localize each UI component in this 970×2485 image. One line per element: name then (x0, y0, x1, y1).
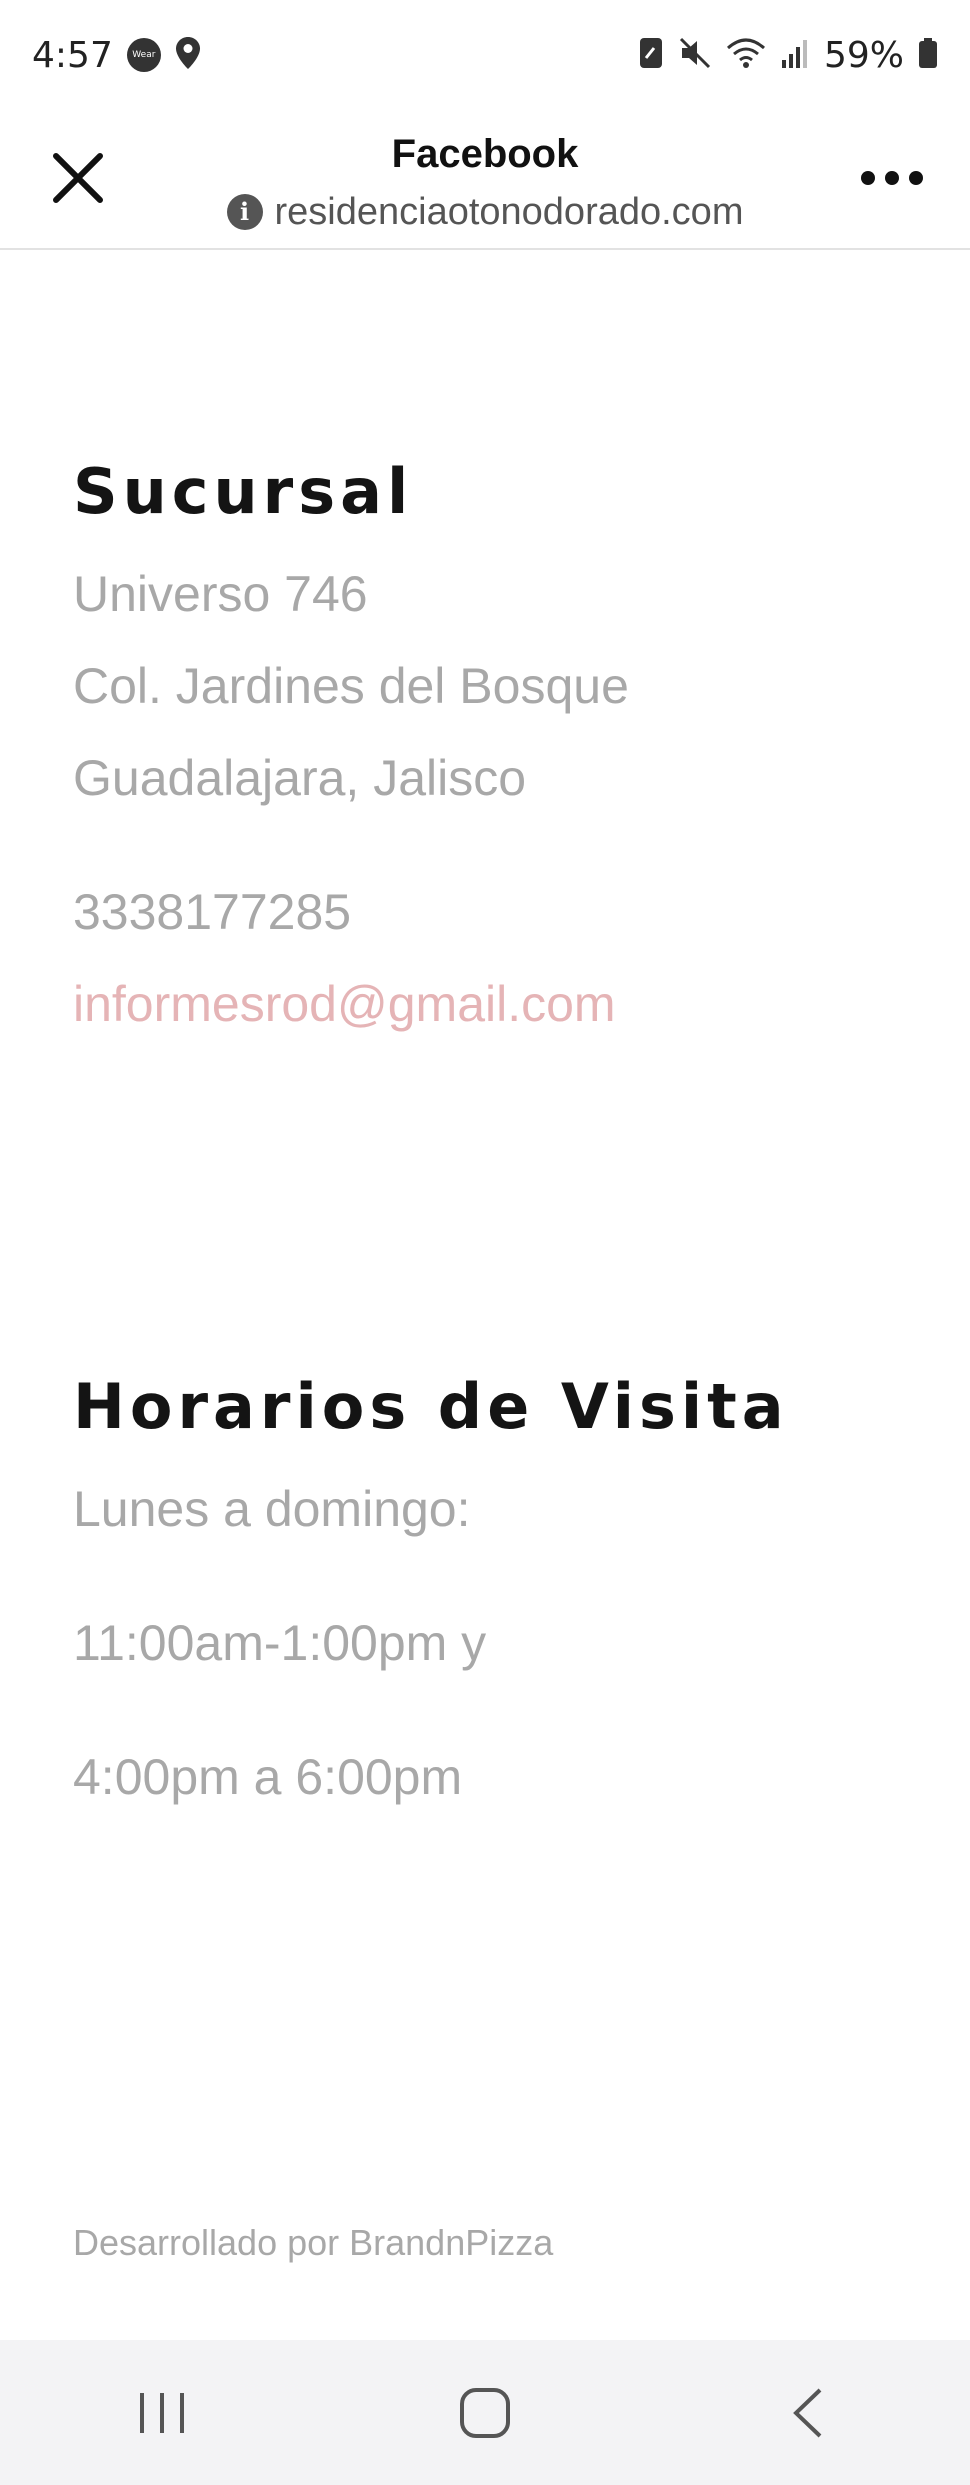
phone-number[interactable]: 3338177285 (73, 866, 913, 958)
home-button[interactable] (425, 2363, 545, 2463)
address-line-2: Col. Jardines del Bosque (73, 658, 629, 714)
signal-icon (780, 36, 810, 74)
address-block: Universo 746 Col. Jardines del Bosque Gu… (73, 548, 913, 824)
back-icon (793, 2388, 822, 2437)
hours-afternoon: 4:00pm a 6:00pm (73, 1749, 463, 1805)
horarios-heading: Horarios de Visita (73, 1370, 789, 1443)
status-bar: 4:57 Wear 59% (0, 0, 970, 110)
system-nav-bar (0, 2340, 970, 2485)
battery-icon (918, 36, 938, 74)
location-icon (175, 36, 201, 74)
hours-days: Lunes a domingo: (73, 1481, 471, 1537)
info-icon[interactable]: i (226, 194, 263, 230)
mute-icon (678, 36, 712, 74)
close-button[interactable] (40, 140, 116, 216)
hours-block: Lunes a domingo: 11:00am-1:00pm y 4:00pm… (73, 1463, 913, 1823)
more-icon (861, 171, 923, 185)
wifi-icon (726, 36, 766, 74)
contact-block: 3338177285 informesrod@gmail.com (73, 866, 913, 1050)
vpn-key-icon (638, 36, 664, 74)
header-center: Facebook i residenciaotonodorado.com (150, 120, 820, 236)
status-left: 4:57 Wear (32, 35, 201, 76)
recent-apps-button[interactable] (102, 2363, 222, 2463)
sucursal-heading: Sucursal (73, 455, 414, 528)
home-icon (459, 2387, 510, 2438)
more-options-button[interactable] (854, 140, 930, 216)
page-title: Facebook (391, 132, 579, 176)
address-line-1: Universo 746 (73, 566, 368, 622)
footer-credit: Desarrollado por BrandnPizza (73, 2222, 554, 2263)
status-time: 4:57 (32, 34, 113, 76)
battery-percent: 59% (823, 34, 904, 76)
recent-apps-icon (139, 2392, 184, 2433)
email-link[interactable]: informesrod@gmail.com (73, 958, 913, 1050)
back-button[interactable] (748, 2363, 868, 2463)
url-text: residenciaotonodorado.com (274, 191, 744, 233)
hours-morning: 11:00am-1:00pm y (73, 1615, 487, 1671)
url-display[interactable]: i residenciaotonodorado.com (150, 188, 820, 236)
close-icon (53, 153, 103, 203)
wear-icon: Wear (126, 38, 161, 72)
page-content: Sucursal Universo 746 Col. Jardines del … (73, 250, 913, 1823)
status-right: 59% (638, 35, 938, 76)
address-line-3: Guadalajara, Jalisco (73, 750, 527, 806)
browser-header: Facebook i residenciaotonodorado.com (0, 110, 970, 250)
